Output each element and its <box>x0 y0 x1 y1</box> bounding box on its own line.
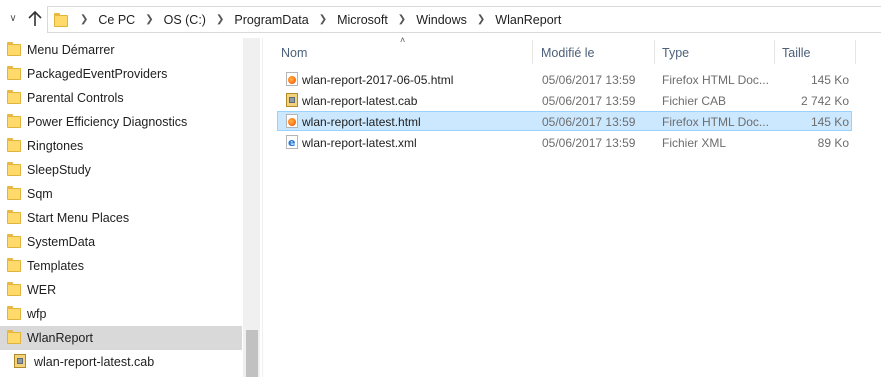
breadcrumb-item[interactable]: ProgramData <box>234 13 308 27</box>
file-size: 145 Ko <box>810 73 849 87</box>
breadcrumb: ❯ Ce PC ❯ OS (C:) ❯ ProgramData ❯ Micros… <box>80 13 561 27</box>
file-modified: 05/06/2017 13:59 <box>542 94 636 108</box>
folder-icon <box>7 114 21 128</box>
nav-item-ringtones[interactable]: Ringtones <box>0 134 242 158</box>
nav-item-label: Menu Démarrer <box>27 43 115 57</box>
firefox-html-icon <box>286 72 298 86</box>
file-size: 2 742 Ko <box>800 94 849 108</box>
nav-item-label: WlanReport <box>27 331 93 345</box>
navigation-pane: Menu Démarrer PackagedEventProviders Par… <box>0 38 262 377</box>
chevron-right-icon[interactable]: ❯ <box>80 14 88 25</box>
file-row[interactable]: e wlan-report-latest.xml 05/06/2017 13:5… <box>277 132 852 152</box>
sort-ascending-icon: ˄ <box>400 35 406 45</box>
nav-item-sleepstudy[interactable]: SleepStudy <box>0 158 242 182</box>
nav-item-packagedeventproviders[interactable]: PackagedEventProviders <box>0 62 242 86</box>
nav-item-wer[interactable]: WER <box>0 278 242 302</box>
folder-icon <box>7 282 21 296</box>
column-header-modified[interactable]: Modifié le <box>541 42 595 64</box>
chevron-right-icon[interactable]: ❯ <box>398 14 406 25</box>
nav-item-label: Parental Controls <box>27 91 124 105</box>
nav-item-label: Sqm <box>27 187 53 201</box>
nav-item-start-menu-places[interactable]: Start Menu Places <box>0 206 242 230</box>
nav-item-sqm[interactable]: Sqm <box>0 182 242 206</box>
folder-icon <box>7 162 21 176</box>
breadcrumb-item[interactable]: OS (C:) <box>164 13 206 27</box>
folder-icon <box>7 138 21 152</box>
chevron-right-icon[interactable]: ❯ <box>145 14 153 25</box>
nav-item-label: PackagedEventProviders <box>27 67 168 81</box>
breadcrumb-item[interactable]: Microsoft <box>337 13 388 27</box>
file-type: Firefox HTML Doc... <box>662 115 769 129</box>
file-row[interactable]: wlan-report-2017-06-05.html 05/06/2017 1… <box>277 69 852 89</box>
nav-item-label: SleepStudy <box>27 163 91 177</box>
file-name: wlan-report-latest.html <box>302 115 421 129</box>
address-bar-row: ∨ ❯ Ce PC ❯ OS (C:) ❯ ProgramData ❯ Micr… <box>0 0 881 38</box>
nav-pane-scrollbar[interactable] <box>243 38 260 377</box>
file-row-selected[interactable]: wlan-report-latest.html 05/06/2017 13:59… <box>277 111 852 131</box>
chevron-right-icon[interactable]: ❯ <box>319 14 327 25</box>
chevron-right-icon[interactable]: ❯ <box>477 14 485 25</box>
nav-item-templates[interactable]: Templates <box>0 254 242 278</box>
firefox-html-icon <box>286 114 298 128</box>
nav-item-wlan-report-latest-cab[interactable]: wlan-report-latest.cab <box>0 350 242 374</box>
nav-item-wlanreport[interactable]: WlanReport <box>0 326 242 350</box>
nav-item-label: Templates <box>27 259 84 273</box>
column-divider[interactable] <box>855 40 856 64</box>
recent-locations-chevron-icon[interactable]: ∨ <box>6 12 20 26</box>
column-divider[interactable] <box>532 40 533 64</box>
nav-item-label: Power Efficiency Diagnostics <box>27 115 188 129</box>
nav-item-wfp[interactable]: wfp <box>0 302 242 326</box>
cab-file-icon <box>286 93 298 107</box>
folder-icon <box>7 234 21 248</box>
breadcrumb-item-current[interactable]: WlanReport <box>495 13 561 27</box>
nav-item-label: wfp <box>27 307 47 321</box>
file-name: wlan-report-2017-06-05.html <box>302 73 454 87</box>
folder-icon <box>7 210 21 224</box>
column-header-type[interactable]: Type <box>662 42 689 64</box>
column-header-size[interactable]: Taille <box>782 42 811 64</box>
file-modified: 05/06/2017 13:59 <box>542 115 636 129</box>
chevron-right-icon[interactable]: ❯ <box>216 14 224 25</box>
file-type: Fichier XML <box>662 136 727 150</box>
file-name: wlan-report-latest.cab <box>302 94 418 108</box>
file-type: Firefox HTML Doc... <box>662 73 769 87</box>
nav-item-label: Ringtones <box>27 139 84 153</box>
address-bar[interactable]: ❯ Ce PC ❯ OS (C:) ❯ ProgramData ❯ Micros… <box>47 6 881 33</box>
nav-item-systemdata[interactable]: SystemData <box>0 230 242 254</box>
xml-file-icon: e <box>286 135 298 149</box>
nav-item-power-efficiency-diagnostics[interactable]: Power Efficiency Diagnostics <box>0 110 242 134</box>
folder-icon <box>7 42 21 56</box>
file-size: 145 Ko <box>810 115 849 129</box>
nav-item-label: Start Menu Places <box>27 211 130 225</box>
column-header-name[interactable]: Nom <box>281 42 307 64</box>
nav-item-label: wlan-report-latest.cab <box>34 355 155 369</box>
nav-item-label: WER <box>27 283 57 297</box>
scrollbar-thumb[interactable] <box>246 330 258 377</box>
folder-icon <box>7 186 21 200</box>
folder-icon <box>7 66 21 80</box>
file-modified: 05/06/2017 13:59 <box>542 136 636 150</box>
folder-icon <box>7 330 21 344</box>
breadcrumb-item[interactable]: Windows <box>416 13 467 27</box>
file-row[interactable]: wlan-report-latest.cab 05/06/2017 13:59 … <box>277 90 852 110</box>
nav-item-parental-controls[interactable]: Parental Controls <box>0 86 242 110</box>
cab-file-icon <box>14 354 26 368</box>
nav-item-label: SystemData <box>27 235 96 249</box>
folder-icon <box>7 258 21 272</box>
file-modified: 05/06/2017 13:59 <box>542 73 636 87</box>
column-divider[interactable] <box>774 40 775 64</box>
file-list-pane: ˄ Nom Modifié le Type Taille wlan-report… <box>263 35 881 377</box>
up-arrow-icon[interactable] <box>26 9 44 29</box>
breadcrumb-item[interactable]: Ce PC <box>98 13 135 27</box>
file-type: Fichier CAB <box>662 94 727 108</box>
column-divider[interactable] <box>654 40 655 64</box>
nav-item-menu-demarrer[interactable]: Menu Démarrer <box>0 38 242 62</box>
folder-icon <box>7 90 21 104</box>
file-name: wlan-report-latest.xml <box>302 136 417 150</box>
address-folder-icon <box>54 12 72 27</box>
folder-icon <box>7 306 21 320</box>
file-size: 89 Ko <box>817 136 849 150</box>
